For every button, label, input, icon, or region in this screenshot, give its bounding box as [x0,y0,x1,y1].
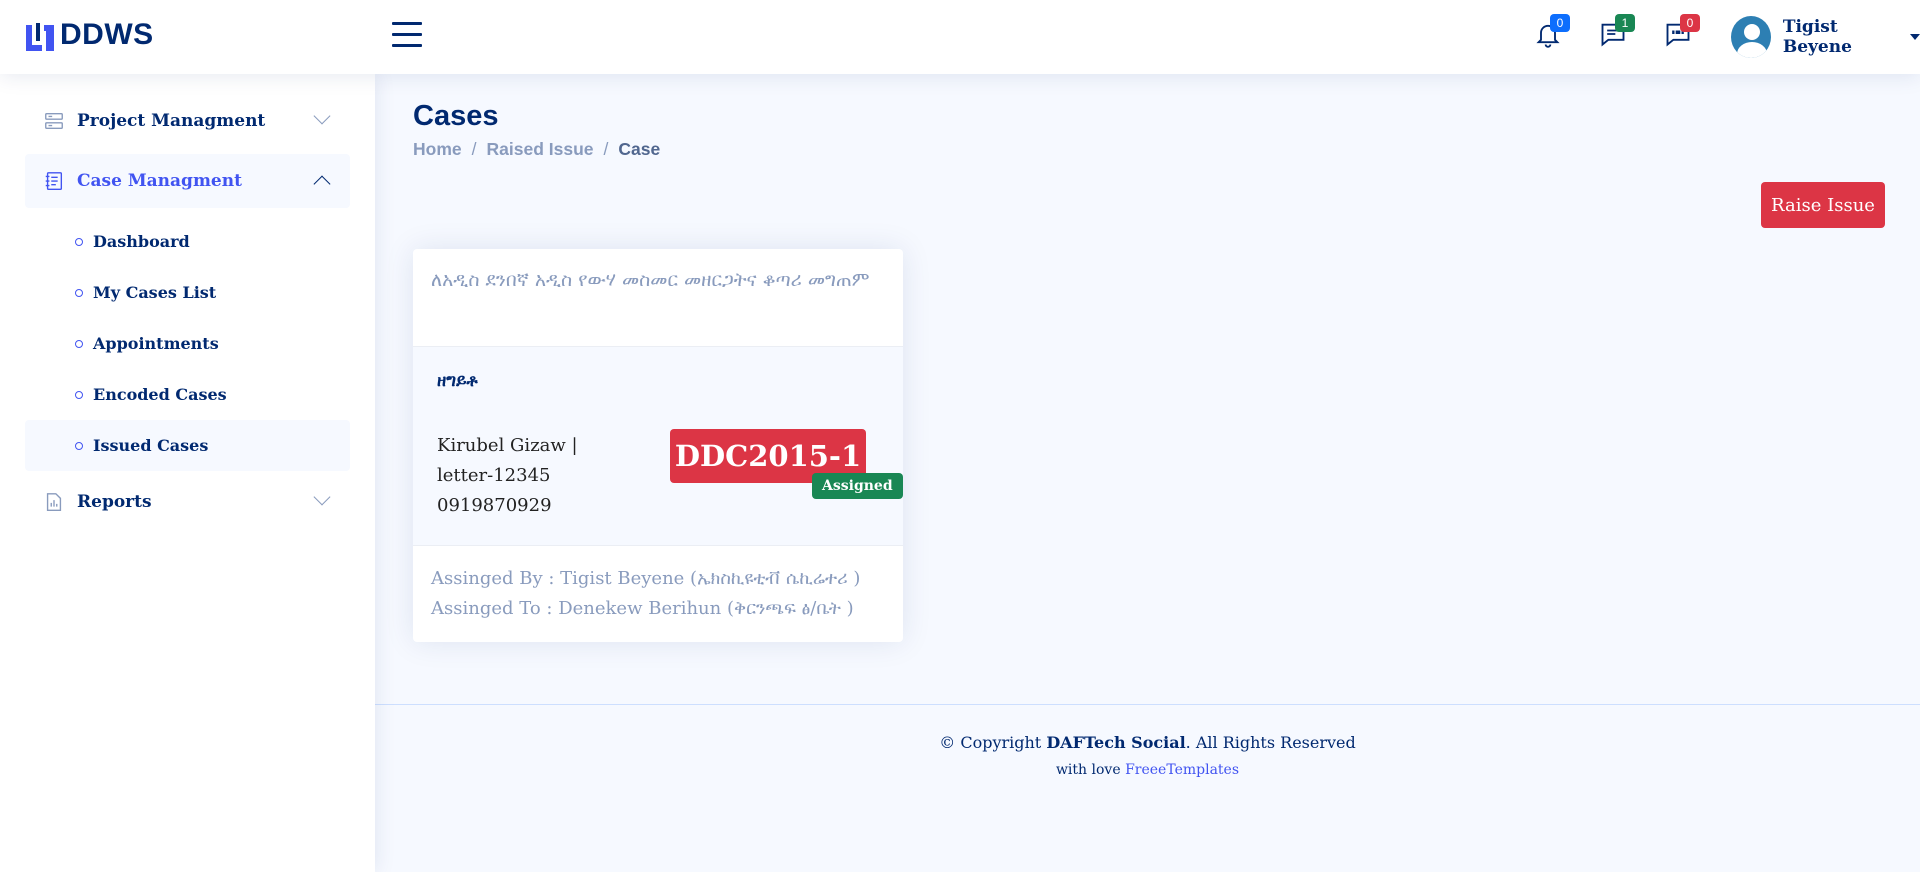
chats-button[interactable]: 0 [1664,14,1700,52]
main-content: Cases Home / Raised Issue / Case Raise I… [375,74,1920,872]
credits: with love FreeeTemplates [375,762,1920,778]
copyright-suffix: . All Rights Reserved [1185,733,1356,752]
credits-prefix: with love [1055,762,1126,778]
notifications-badge: 0 [1550,14,1570,32]
sidebar-subitem-label: Issued Cases [93,436,209,455]
profile-dropdown[interactable]: Tigist Beyene [1731,16,1920,58]
chevron-up-icon [313,175,331,193]
sidebar-subitem-label: Encoded Cases [93,385,227,404]
header: DDWS 0 1 0 Tigist Beyene [0,0,1920,74]
case-submenu: Dashboard My Cases List Appointments Enc… [25,216,350,471]
sidebar-item-case-management[interactable]: Case Managment [25,154,350,208]
sidebar-subitem-issued-cases[interactable]: Issued Cases [25,420,350,471]
breadcrumb-separator: / [471,139,477,159]
profile-name: Tigist Beyene [1782,17,1852,57]
sidebar-subitem-dashboard[interactable]: Dashboard [25,216,350,267]
circle-icon [75,441,83,450]
page-title: Cases [413,100,499,132]
sidebar-item-label: Reports [77,492,152,512]
breadcrumb-raised-issue[interactable]: Raised Issue [487,139,594,160]
notifications-button[interactable]: 0 [1534,14,1570,52]
assigned-to: Assinged To : Denekew Berihun (ቅርንጫፍ ፅ/ቤ… [431,598,854,619]
sidebar-subitem-encoded-cases[interactable]: Encoded Cases [25,369,350,420]
server-icon [45,112,63,130]
chevron-down-icon [313,488,331,506]
journal-text-icon [45,172,63,190]
case-card-footer: Assinged By : Tigist Beyene (ኤክስኪዩቲቭ ሴኪሬ… [413,545,903,641]
logo-text: DDWS [60,18,154,51]
menu-toggle-icon[interactable] [392,22,422,48]
case-category: ዘግይቶ [437,371,478,391]
sidebar-item-reports[interactable]: Reports [25,475,350,529]
sidebar-subitem-label: Appointments [93,334,219,353]
case-card[interactable]: ለአዲስ ደንበኛ አዲስ የውሃ መስመር መዘርጋትና ቆጣሪ መግጠም ዘ… [413,249,903,642]
chats-badge: 0 [1680,14,1700,32]
status-badge: Assigned [812,473,903,499]
logo-icon [26,23,54,51]
breadcrumb-current: Case [618,139,661,159]
sidebar-item-project-management[interactable]: Project Managment [25,94,350,148]
sidebar-subitem-appointments[interactable]: Appointments [25,318,350,369]
breadcrumb-home[interactable]: Home [413,139,462,160]
case-letter-ref: letter-12345 [437,465,551,486]
case-phone: 0919870929 [437,495,552,516]
case-title: ለአዲስ ደንበኛ አዲስ የውሃ መስመር መዘርጋትና ቆጣሪ መግጠም [431,269,870,291]
messages-badge: 1 [1615,14,1635,32]
avatar [1731,16,1771,58]
chevron-down-icon [313,107,331,125]
sidebar: Project Managment Case Managment Dashboa… [0,74,375,872]
sidebar-subitem-label: My Cases List [93,283,217,302]
caret-down-icon [1910,34,1920,40]
copyright: © Copyright DAFTech Social. All Rights R… [375,733,1920,752]
sidebar-subitem-my-cases[interactable]: My Cases List [25,267,350,318]
breadcrumb: Home / Raised Issue / Case [413,139,660,160]
case-card-header: ለአዲስ ደንበኛ አዲስ የውሃ መስመር መዘርጋትና ቆጣሪ መግጠም [413,249,903,347]
logo[interactable]: DDWS [24,18,154,52]
copyright-prefix: © Copyright [939,733,1047,752]
circle-icon [75,339,83,348]
case-customer-name: Kirubel Gizaw | [437,435,578,456]
case-info: Kirubel Gizaw | letter-12345 0919870929 [437,431,578,521]
copyright-brand: DAFTech Social [1046,733,1186,752]
sidebar-item-label: Project Managment [77,111,266,131]
sidebar-subitem-label: Dashboard [93,232,190,251]
circle-icon [75,237,83,246]
assigned-by: Assinged By : Tigist Beyene (ኤክስኪዩቲቭ ሴኪሬ… [431,568,861,589]
raise-issue-button[interactable]: Raise Issue [1761,182,1885,228]
breadcrumb-separator: / [603,139,609,159]
circle-icon [75,288,83,297]
file-bar-chart-icon [46,493,62,511]
case-card-body: ዘግይቶ Kirubel Gizaw | letter-12345 091987… [413,347,903,545]
credits-link[interactable]: FreeeTemplates [1125,762,1239,778]
circle-icon [75,390,83,399]
sidebar-item-label: Case Managment [77,171,242,191]
messages-button[interactable]: 1 [1599,14,1635,52]
footer: © Copyright DAFTech Social. All Rights R… [375,704,1920,778]
